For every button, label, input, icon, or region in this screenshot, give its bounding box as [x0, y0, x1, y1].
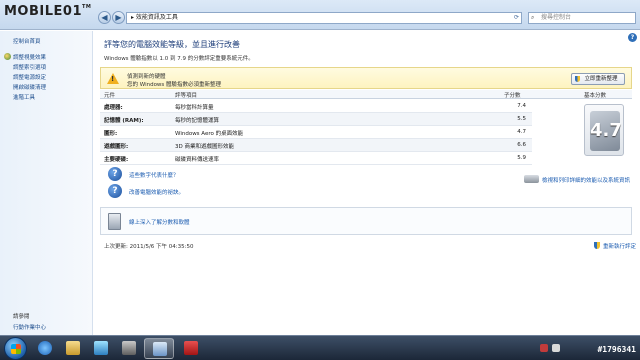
taskbar-media[interactable]: [86, 338, 116, 359]
printer-icon: [524, 175, 539, 183]
watermark-text: #1796341: [597, 345, 636, 354]
help-icon[interactable]: ?: [628, 33, 637, 42]
sidebar-item-disk-cleanup[interactable]: 開啟磁碟清理: [13, 83, 46, 91]
shield-app-icon: [184, 341, 198, 355]
print-details-link[interactable]: 檢視和列印詳細的效能以及系統資訊: [542, 176, 630, 184]
taskbar-explorer[interactable]: [58, 338, 88, 359]
start-button[interactable]: [4, 337, 27, 360]
base-score-badge: 4.7: [584, 104, 624, 156]
refresh-now-button[interactable]: 立即重新整理: [571, 73, 625, 85]
tray-flag-icon[interactable]: [552, 344, 560, 352]
taskbar: #1796341: [0, 335, 640, 360]
sidebar-item-action-center[interactable]: 行動作業中心: [13, 323, 46, 331]
rerun-assessment-link[interactable]: 重新執行評定: [593, 242, 636, 250]
what-mean-row: ? 這些數字代表什麼？: [108, 167, 348, 183]
software-box-icon: [108, 213, 121, 230]
see-also-label: 請參閱: [13, 314, 30, 320]
folder-icon: [66, 341, 80, 355]
improve-tips-link[interactable]: 改善電腦效能的祕訣。: [129, 188, 184, 196]
tray-security-icon[interactable]: [540, 344, 548, 352]
print-details-row: 檢視和列印詳細的效能以及系統資訊: [524, 173, 636, 187]
sidebar-item-power[interactable]: 調整電源設定: [13, 73, 46, 81]
table-row: 記憶體 (RAM): 每秒的記憶體運算 5.5: [100, 113, 532, 126]
taskbar-control-panel[interactable]: [144, 338, 174, 359]
control-panel-icon: [153, 342, 167, 356]
table-row: 處理器: 每秒當科計算量 7.4: [100, 100, 532, 113]
taskbar-game[interactable]: [114, 338, 144, 359]
back-button[interactable]: ◀: [98, 11, 111, 24]
ie-icon: [38, 341, 52, 355]
game-icon: [122, 341, 136, 355]
learn-more-box: 線上深入了解分數和軟體: [100, 207, 632, 235]
sidebar-item-advanced-tools[interactable]: 進階工具: [13, 93, 35, 101]
forward-button[interactable]: ▶: [112, 11, 125, 24]
last-update-text: 上次更新: 2011/5/6 下午 04:35:50: [104, 244, 194, 250]
uac-shield-icon: [593, 242, 600, 249]
refresh-icon[interactable]: ⟳: [514, 13, 519, 23]
title-bar: MOBILE01TM ◀ ▶ ▸ 效能資訊及工具 ⟳ ⌕ 搜尋控制台: [0, 0, 640, 30]
question-icon: ?: [108, 167, 122, 181]
taskbar-mcafee[interactable]: [176, 338, 206, 359]
media-icon: [94, 341, 108, 355]
main-content: ? 評等您的電腦效能等級，並且進行改善 Windows 體驗指數以 1.0 到 …: [94, 31, 640, 335]
table-row: 遊戲圖形: 3D 商業和遊戲圖形效能 6.6: [100, 139, 532, 152]
learn-more-link[interactable]: 線上深入了解分數和軟體: [129, 218, 190, 226]
new-hardware-warning: ! 偵測到新的硬體 您的 Windows 體驗指數必須重新整理 立即重新整理: [100, 67, 632, 89]
page-description: Windows 體驗指數以 1.0 到 7.9 的分數評定重要系統元件。: [104, 56, 254, 62]
search-icon: ⌕: [531, 14, 535, 21]
search-input[interactable]: ⌕ 搜尋控制台: [528, 12, 636, 24]
sidebar-item-visual-effects[interactable]: 調整視覺效果: [13, 53, 46, 61]
shield-icon: [4, 53, 11, 60]
sidebar: 控制台首頁 調整視覺效果 調整索引選項 調整電源設定 開啟磁碟清理 進階工具 請…: [0, 31, 93, 335]
mobile01-logo: MOBILE01TM: [4, 4, 92, 19]
table-row: 圖形: Windows Aero 的桌面效能 4.7: [100, 126, 532, 139]
what-mean-link[interactable]: 這些數字代表什麼？: [129, 171, 179, 179]
improve-row: ? 改善電腦效能的祕訣。: [108, 184, 348, 200]
sidebar-item-indexing[interactable]: 調整索引選項: [13, 63, 46, 71]
question-icon: ?: [108, 184, 122, 198]
table-header: 元件 評等項目 子分數 基本分數: [100, 90, 632, 99]
uac-shield-icon: [575, 76, 580, 82]
warning-icon: !: [107, 73, 119, 84]
sidebar-home-link[interactable]: 控制台首頁: [13, 37, 41, 45]
taskbar-ie[interactable]: [30, 338, 60, 359]
table-row: 主要硬碟: 磁碟資料傳送速率 5.9: [100, 152, 532, 165]
page-title: 評等您的電腦效能等級，並且進行改善: [104, 40, 240, 49]
system-tray: #1796341: [540, 336, 640, 360]
address-bar[interactable]: ▸ 效能資訊及工具 ⟳: [126, 12, 522, 24]
